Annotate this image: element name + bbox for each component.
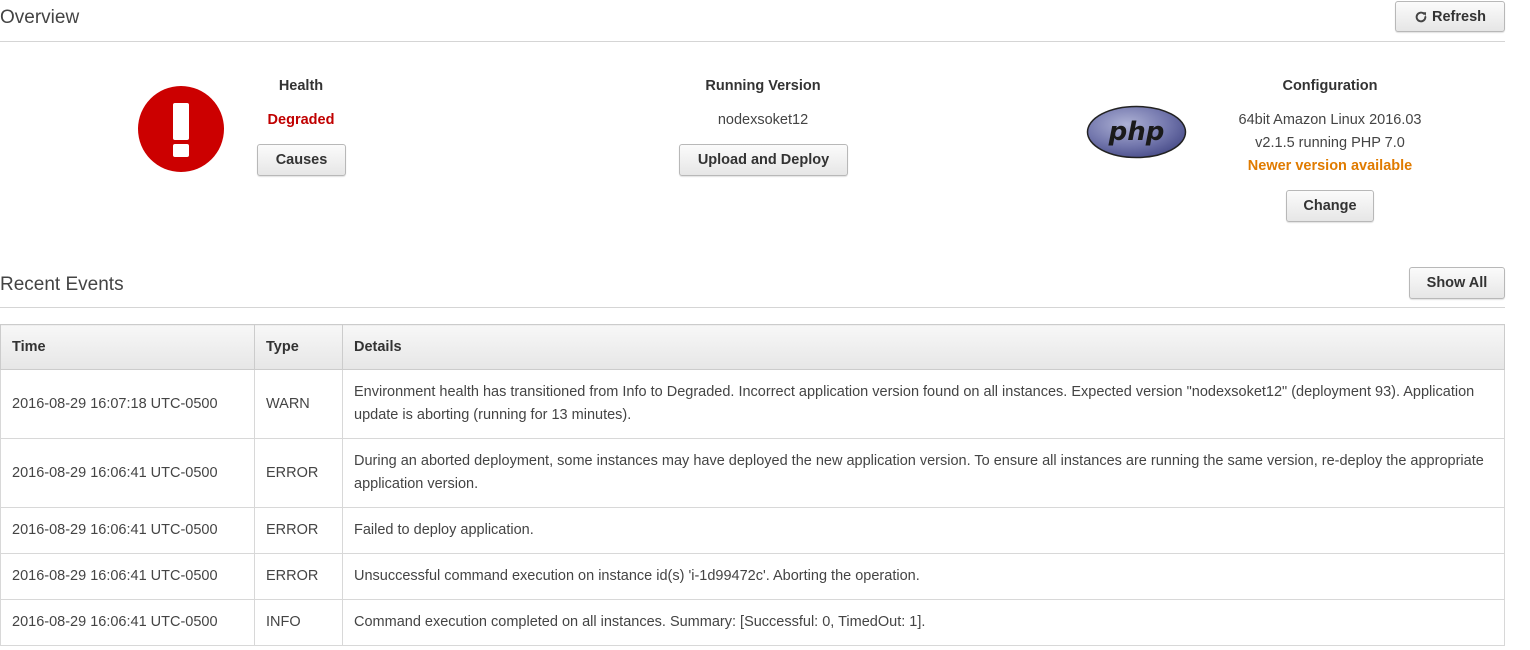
event-details: Failed to deploy application. [342,507,1505,554]
table-row: 2016-08-29 16:07:18 UTC-0500 WARN Enviro… [0,369,1505,439]
event-time: 2016-08-29 16:06:41 UTC-0500 [0,438,255,508]
column-header-time[interactable]: Time [0,324,255,370]
event-type: ERROR [254,438,343,508]
overview-title: Overview [0,7,80,28]
events-table-header: Time Type Details [0,324,1505,370]
health-label: Health [278,78,324,94]
table-row: 2016-08-29 16:06:41 UTC-0500 ERROR Durin… [0,438,1505,508]
platform-line-2: v2.1.5 running PHP 7.0 [1255,135,1405,151]
health-status: Degraded [267,112,335,128]
recent-events-title: Recent Events [0,274,124,295]
event-type: WARN [254,369,343,439]
event-time: 2016-08-29 16:07:18 UTC-0500 [0,369,255,439]
overview-divider [0,41,1505,42]
change-button[interactable]: Change [1286,190,1374,222]
recent-events-divider [0,307,1505,308]
table-row: 2016-08-29 16:06:41 UTC-0500 ERROR Faile… [0,507,1505,554]
event-type: ERROR [254,507,343,554]
php-logo-text: php [1108,117,1165,147]
events-table: Time Type Details 2016-08-29 16:07:18 UT… [0,324,1505,646]
refresh-icon [1414,10,1428,24]
configuration-label: Configuration [1282,78,1378,94]
environment-dashboard: Overview Refresh Health Degraded Causes … [0,0,1530,650]
table-row: 2016-08-29 16:06:41 UTC-0500 INFO Comman… [0,599,1505,646]
refresh-button[interactable]: Refresh [1395,1,1505,32]
event-details: Unsuccessful command execution on instan… [342,553,1505,600]
show-all-button[interactable]: Show All [1409,267,1505,299]
event-details: During an aborted deployment, some insta… [342,438,1505,508]
event-type: INFO [254,599,343,646]
newer-version-notice[interactable]: Newer version available [1180,158,1480,174]
column-header-details[interactable]: Details [342,324,1505,370]
platform-line-1: 64bit Amazon Linux 2016.03 [1238,112,1422,128]
running-version-label: Running Version [705,78,821,94]
table-row: 2016-08-29 16:06:41 UTC-0500 ERROR Unsuc… [0,553,1505,600]
event-time: 2016-08-29 16:06:41 UTC-0500 [0,507,255,554]
column-header-type[interactable]: Type [254,324,343,370]
exclamation-alert-icon [138,86,224,172]
event-details: Command execution completed on all insta… [342,599,1505,646]
event-time: 2016-08-29 16:06:41 UTC-0500 [0,599,255,646]
causes-button[interactable]: Causes [257,144,346,176]
refresh-label: Refresh [1432,8,1486,25]
php-logo: php [1086,105,1187,159]
upload-and-deploy-button[interactable]: Upload and Deploy [679,144,848,176]
event-details: Environment health has transitioned from… [342,369,1505,439]
event-type: ERROR [254,553,343,600]
event-time: 2016-08-29 16:06:41 UTC-0500 [0,553,255,600]
running-version-value: nodexsoket12 [717,112,809,128]
